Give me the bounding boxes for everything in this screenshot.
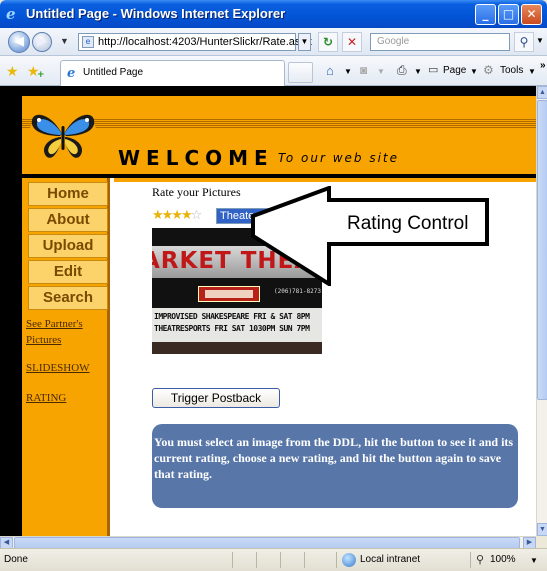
feeds-icon[interactable]: ◙ <box>360 63 367 77</box>
photo-board-line2: THEATRESPORTS FRI SAT 1030PM SUN 7PM <box>154 324 310 333</box>
security-zone[interactable]: Local intranet <box>360 554 420 565</box>
url-text[interactable]: http://localhost:4203/HunterSlickr/Rate.… <box>98 36 312 48</box>
site-sidebar: Home About Upload Edit Search See Partne… <box>22 178 110 536</box>
forward-button[interactable]: ▶ <box>32 32 52 52</box>
tools-menu[interactable]: Tools <box>500 65 523 76</box>
print-dropdown[interactable]: ▼ <box>414 67 422 76</box>
nav-about-button[interactable]: About <box>28 208 108 232</box>
photo-red-sign <box>198 286 260 302</box>
status-text: Done <box>4 554 28 565</box>
address-field[interactable]: e http://localhost:4203/HunterSlickr/Rat… <box>78 33 312 51</box>
home-icon[interactable]: ⌂ <box>326 63 334 78</box>
nav-search-button[interactable]: Search <box>28 286 108 310</box>
scroll-up-button[interactable]: ▲ <box>537 86 547 99</box>
vertical-scrollbar[interactable]: ▲ ▼ <box>536 86 547 536</box>
site-container: WELCOME To our web site Home About Uploa… <box>22 96 536 536</box>
close-button[interactable]: ✕ <box>521 4 542 25</box>
zoom-dropdown[interactable]: ▼ <box>530 556 538 565</box>
slideshow-link[interactable]: SLIDESHOW <box>26 362 90 374</box>
address-dropdown-button[interactable]: ▼ <box>298 33 311 51</box>
callout-text: Rating Control <box>347 213 468 234</box>
ie-logo-icon: e <box>6 5 16 23</box>
page-viewport: WELCOME To our web site Home About Uploa… <box>0 86 536 536</box>
intranet-globe-icon <box>342 553 356 567</box>
status-divider <box>470 552 471 568</box>
print-icon[interactable]: ⎙ <box>397 63 407 78</box>
photo-bottom-strip <box>152 342 322 354</box>
tools-menu-dropdown[interactable]: ▼ <box>528 67 536 76</box>
horizontal-scrollbar[interactable]: ◀ ▶ <box>0 536 536 549</box>
rating-link[interactable]: RATING <box>26 392 66 404</box>
trigger-postback-button[interactable]: Trigger Postback <box>152 388 280 408</box>
add-favorites-plus-icon: + <box>37 70 45 80</box>
window-title: Untitled Page - Windows Internet Explore… <box>26 6 286 21</box>
page-menu-dropdown[interactable]: ▼ <box>470 67 478 76</box>
photo-sign-inner <box>205 290 253 298</box>
recent-pages-dropdown[interactable]: ▼ <box>60 36 69 46</box>
scroll-down-button[interactable]: ▼ <box>537 523 547 536</box>
main-top-stripe <box>114 178 536 182</box>
status-divider <box>232 552 233 568</box>
minimize-button[interactable]: _ <box>475 4 496 25</box>
site-header: WELCOME To our web site <box>22 96 536 174</box>
header-stripes <box>22 118 536 128</box>
status-divider <box>256 552 257 568</box>
rating-stars-filled[interactable]: ★★★★ <box>152 208 193 223</box>
partner-pictures-link[interactable]: See Partner's <box>26 318 83 330</box>
rating-control[interactable]: ★★★★☆ <box>152 208 203 223</box>
photo-board: IMPROVISED SHAKESPEARE FRI & SAT 8PM THE… <box>152 308 322 342</box>
butterfly-logo-icon <box>29 107 97 163</box>
page-heading: Rate your Pictures <box>152 185 241 199</box>
vertical-scroll-thumb[interactable] <box>537 100 547 400</box>
main-content: Rate your Pictures ★★★★☆ Theater ARKET T… <box>114 178 536 536</box>
home-dropdown[interactable]: ▼ <box>344 67 352 76</box>
browser-window: e Untitled Page - Windows Internet Explo… <box>0 0 547 571</box>
status-divider <box>336 552 337 568</box>
back-button[interactable]: ◀ <box>8 31 30 53</box>
zoom-level[interactable]: 100% <box>490 554 516 565</box>
rating-callout-arrow: Rating Control <box>251 186 489 286</box>
search-options-dropdown[interactable]: ▼ <box>536 36 544 45</box>
tab-bar: ★ ★ + e Untitled Page ⌂ ▼ ◙ ▼ ⎙ ▼ ▭ Page… <box>0 56 547 86</box>
rating-star-empty[interactable]: ☆ <box>191 208 203 223</box>
welcome-heading: WELCOME <box>118 146 274 170</box>
address-toolbar: ◀ ▶ ▼ e http://localhost:4203/HunterSlic… <box>0 28 547 56</box>
instructions-panel: You must select an image from the DDL, h… <box>152 424 518 508</box>
scrollbar-corner <box>536 536 547 548</box>
maximize-button[interactable]: □ <box>498 4 519 25</box>
status-bar: Done Local intranet ⚲ 100% ▼ <box>0 548 547 571</box>
search-input[interactable]: Google <box>370 33 510 51</box>
status-divider <box>280 552 281 568</box>
tab-untitled-page[interactable]: e Untitled Page <box>60 60 285 86</box>
nav-upload-button[interactable]: Upload <box>28 234 108 258</box>
nav-home-button[interactable]: Home <box>28 182 108 206</box>
zoom-magnifier-icon[interactable]: ⚲ <box>476 553 484 566</box>
refresh-button[interactable]: ↻ <box>318 32 338 52</box>
search-placeholder: Google <box>377 36 410 47</box>
new-tab-button[interactable] <box>288 62 313 83</box>
welcome-tagline: To our web site <box>278 151 400 165</box>
status-divider <box>304 552 305 568</box>
page-icon: e <box>82 36 94 48</box>
search-button[interactable]: ⚲ <box>514 32 534 52</box>
ie-page-icon: e <box>67 66 76 81</box>
toolbar-overflow-icon[interactable]: » <box>540 60 546 71</box>
page-menu[interactable]: Page <box>443 65 466 76</box>
feeds-dropdown[interactable]: ▼ <box>377 67 385 76</box>
title-bar[interactable]: e Untitled Page - Windows Internet Explo… <box>0 0 547 28</box>
nav-edit-button[interactable]: Edit <box>28 260 108 284</box>
photo-phone-text: (206)781-8273 <box>274 288 321 295</box>
instructions-text: You must select an image from the DDL, h… <box>154 435 514 481</box>
tools-gear-icon[interactable]: ⚙ <box>483 63 494 77</box>
stop-button[interactable]: ✕ <box>342 32 362 52</box>
partner-pictures-link-line2[interactable]: Pictures <box>26 334 61 346</box>
favorites-star-icon[interactable]: ★ <box>6 63 19 80</box>
photo-board-line1: IMPROVISED SHAKESPEARE FRI & SAT 8PM <box>154 312 310 321</box>
tab-label: Untitled Page <box>83 67 144 78</box>
page-menu-icon[interactable]: ▭ <box>428 63 438 76</box>
